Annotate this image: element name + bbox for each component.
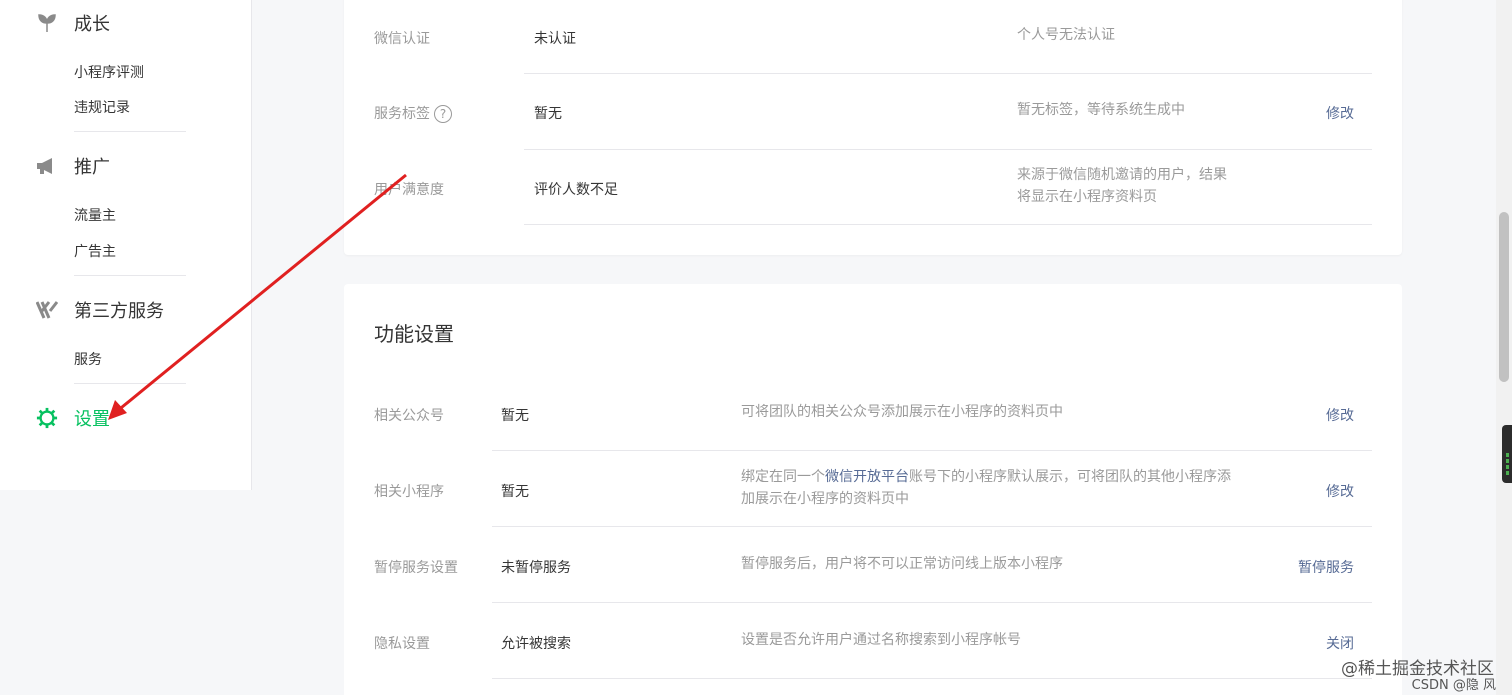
gear-icon [36, 407, 58, 429]
row-divider [492, 450, 1372, 451]
sidebar-item-service[interactable]: 服务 [74, 349, 102, 369]
sidebar-group-third-party[interactable]: 第三方服务 [36, 295, 164, 325]
modify-service-tags-button[interactable]: 修改 [1326, 103, 1354, 123]
row-desc: 来源于微信随机邀请的用户，结果 将显示在小程序资料页 [1017, 167, 1227, 205]
row-label: 服务标签? [374, 103, 452, 123]
sidebar-group-label: 成长 [74, 14, 110, 35]
sidebar-item-advertiser[interactable]: 广告主 [74, 241, 116, 261]
row-label: 微信认证 [374, 31, 430, 47]
modify-mini-program-button[interactable]: 修改 [1326, 481, 1354, 501]
sprout-icon [36, 12, 58, 34]
row-label: 暂停服务设置 [374, 560, 458, 576]
sidebar-group-label: 推广 [74, 157, 110, 178]
sidebar-group-promotion[interactable]: 推广 [36, 151, 110, 181]
sidebar-item-traffic-owner[interactable]: 流量主 [74, 205, 116, 225]
row-label: 相关公众号 [374, 408, 444, 424]
watermark: CSDN @隐 风 [1411, 678, 1496, 693]
sidebar-divider [74, 383, 186, 384]
row-divider [524, 149, 1372, 150]
section-title: 功能设置 [374, 322, 454, 346]
sidebar-item-settings[interactable]: 设置 [36, 403, 110, 433]
help-icon[interactable]: ? [434, 105, 452, 123]
row-desc: 暂停服务后，用户将不可以正常访问线上版本小程序 [741, 556, 1063, 572]
row-divider [492, 602, 1372, 603]
row-value: 允许被搜索 [501, 636, 571, 652]
megaphone-icon [36, 155, 58, 177]
sidebar-divider [74, 131, 186, 132]
sidebar-group-label: 第三方服务 [74, 301, 164, 322]
sidebar-item-mini-program-review[interactable]: 小程序评测 [74, 62, 144, 82]
page-scrollbar[interactable] [1496, 0, 1512, 695]
side-widget[interactable] [1502, 425, 1512, 483]
row-desc: 设置是否允许用户通过名称搜索到小程序帐号 [741, 632, 1021, 648]
scrollbar-thumb[interactable] [1499, 212, 1509, 382]
row-value: 暂无 [501, 408, 529, 424]
third-party-icon [36, 299, 58, 321]
row-label: 相关小程序 [374, 484, 444, 500]
sidebar-item-violation-record[interactable]: 违规记录 [74, 97, 130, 117]
row-desc: 可将团队的相关公众号添加展示在小程序的资料页中 [741, 404, 1063, 420]
pause-service-button[interactable]: 暂停服务 [1298, 557, 1354, 577]
row-label: 用户满意度 [374, 182, 444, 198]
row-divider [524, 73, 1372, 74]
row-desc: 绑定在同一个微信开放平台账号下的小程序默认展示，可将团队的其他小程序添 加展示在小… [741, 469, 1231, 507]
function-settings-card: 功能设置 相关公众号 暂无 可将团队的相关公众号添加展示在小程序的资料页中 修改… [344, 284, 1402, 695]
row-desc: 个人号无法认证 [1017, 27, 1115, 43]
row-label: 隐私设置 [374, 636, 430, 652]
row-value: 未认证 [534, 31, 576, 47]
row-desc: 暂无标签，等待系统生成中 [1017, 102, 1185, 118]
sidebar-item-label: 设置 [74, 409, 110, 430]
row-value: 暂无 [534, 106, 562, 122]
row-value: 未暂停服务 [501, 560, 571, 576]
modify-official-account-button[interactable]: 修改 [1326, 405, 1354, 425]
row-divider [492, 678, 1372, 679]
row-divider [524, 224, 1372, 225]
basic-info-card: 微信认证 未认证 个人号无法认证 服务标签? 暂无 暂无标签，等待系统生成中 修… [344, 0, 1402, 255]
row-value: 暂无 [501, 484, 529, 500]
sidebar: 成长 小程序评测 违规记录 推广 流量主 广告主 第三方服务 服务 设置 [0, 0, 252, 490]
row-divider [492, 526, 1372, 527]
close-search-button[interactable]: 关闭 [1326, 633, 1354, 653]
sidebar-group-growth[interactable]: 成长 [36, 8, 110, 38]
row-value: 评价人数不足 [534, 182, 618, 198]
open-platform-link[interactable]: 微信开放平台 [825, 469, 909, 485]
sidebar-divider [74, 275, 186, 276]
